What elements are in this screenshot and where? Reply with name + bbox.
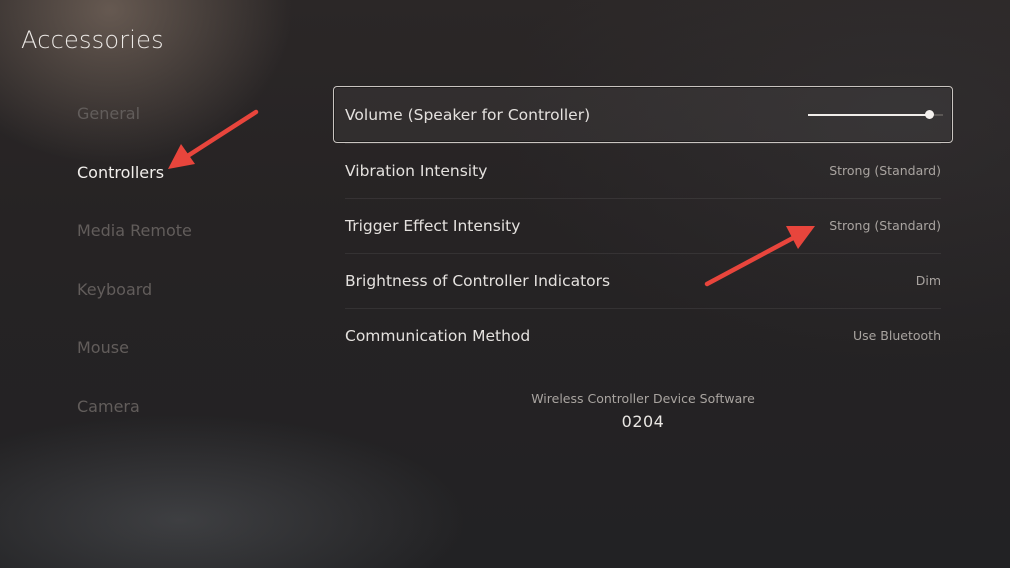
page-title: Accessories xyxy=(21,26,164,54)
indicator-brightness-label: Brightness of Controller Indicators xyxy=(345,271,611,290)
communication-method-row[interactable]: Communication Method Use Bluetooth xyxy=(333,308,953,363)
volume-slider-thumb[interactable] xyxy=(925,109,934,119)
sidebar-item-keyboard[interactable]: Keyboard xyxy=(77,276,307,335)
sidebar-item-mouse[interactable]: Mouse xyxy=(77,334,307,393)
settings-list: Volume (Speaker for Controller) Vibratio… xyxy=(333,86,953,363)
sidebar-item-camera[interactable]: Camera xyxy=(77,393,307,452)
sidebar-item-controllers[interactable]: Controllers xyxy=(77,159,307,218)
sidebar-item-media-remote[interactable]: Media Remote xyxy=(77,217,307,276)
trigger-effect-intensity-row[interactable]: Trigger Effect Intensity Strong (Standar… xyxy=(333,198,953,253)
vibration-intensity-row[interactable]: Vibration Intensity Strong (Standard) xyxy=(333,143,953,198)
volume-setting-row[interactable]: Volume (Speaker for Controller) xyxy=(333,86,953,143)
trigger-effect-intensity-label: Trigger Effect Intensity xyxy=(345,216,521,235)
communication-method-label: Communication Method xyxy=(345,326,531,345)
sidebar: General Controllers Media Remote Keyboar… xyxy=(77,100,307,451)
trigger-effect-intensity-value: Strong (Standard) xyxy=(829,218,941,233)
indicator-brightness-row[interactable]: Brightness of Controller Indicators Dim xyxy=(333,253,953,308)
device-software-version: 0204 xyxy=(621,412,665,431)
volume-label: Volume (Speaker for Controller) xyxy=(345,105,591,124)
sidebar-item-general[interactable]: General xyxy=(77,100,307,159)
indicator-brightness-value: Dim xyxy=(915,273,941,288)
volume-slider[interactable] xyxy=(808,108,943,122)
communication-method-value: Use Bluetooth xyxy=(852,328,941,343)
device-software-info: Wireless Controller Device Software 0204 xyxy=(333,391,953,431)
volume-slider-fill xyxy=(808,113,930,116)
vibration-intensity-label: Vibration Intensity xyxy=(345,161,488,180)
device-software-caption: Wireless Controller Device Software xyxy=(531,391,755,406)
vibration-intensity-value: Strong (Standard) xyxy=(829,163,941,178)
